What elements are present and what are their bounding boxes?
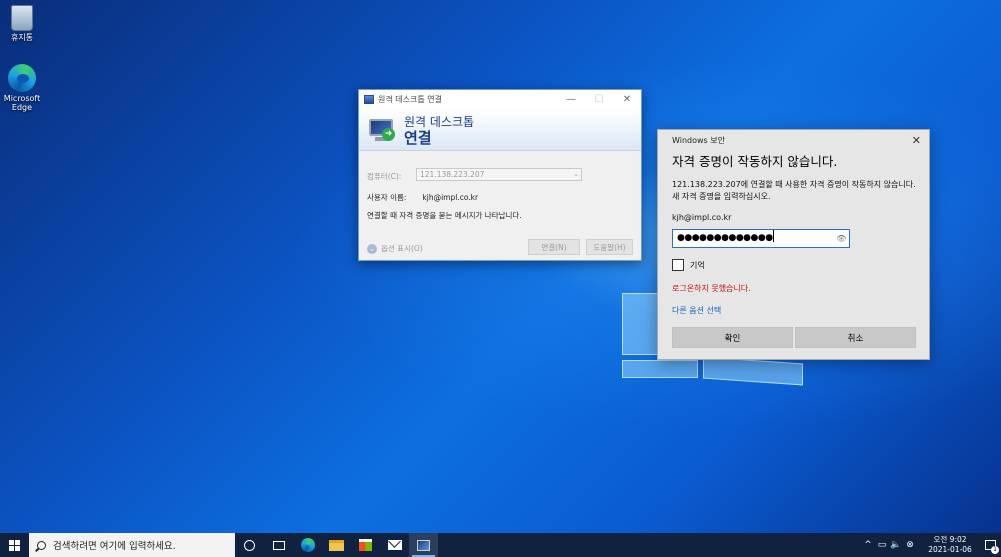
dialog-message: 121.138.223.207에 연결할 때 사용한 자격 증명이 작동하지 않…: [672, 180, 916, 201]
remember-checkbox[interactable]: 기억: [672, 259, 705, 271]
reveal-password-icon[interactable]: 👁: [836, 230, 846, 247]
ok-button[interactable]: 확인: [672, 327, 793, 348]
remote-desktop-icon: [417, 539, 430, 551]
cancel-button[interactable]: 취소: [795, 327, 916, 348]
desktop-icon-label: Microsoft Edge: [3, 94, 41, 112]
show-options-label: 옵션 표시(O): [381, 244, 423, 253]
windows-security-dialog: Windows 보안 ✕ 자격 증명이 작동하지 않습니다. 121.138.2…: [657, 129, 930, 360]
maximize-button: ☐: [594, 94, 604, 105]
rdp-window-title: 원격 데스크톱 연결: [378, 95, 442, 104]
show-options-toggle[interactable]: ⌄ 옵션 표시(O): [367, 243, 423, 254]
taskbar: 검색하려면 여기에 입력하세요. ^ ▭ 🔈 ⊗ 오전 9:02 2021-01…: [0, 533, 1001, 557]
computer-label: 컴퓨터(C):: [367, 172, 402, 181]
close-button[interactable]: ✕: [613, 90, 641, 109]
action-center-button[interactable]: 1: [979, 533, 1001, 557]
task-view-button[interactable]: [264, 533, 293, 557]
checkbox-box[interactable]: [672, 259, 684, 271]
tray-chevron-up-icon[interactable]: ^: [861, 540, 875, 550]
notification-count: 1: [991, 546, 999, 554]
wallpaper-logo-pane: [622, 360, 698, 378]
more-choices-link[interactable]: 다른 옵션 선택: [672, 305, 721, 316]
taskbar-mail-button[interactable]: [380, 533, 409, 557]
text-caret: [772, 230, 774, 242]
taskbar-search-box[interactable]: 검색하려면 여기에 입력하세요.: [29, 533, 235, 557]
close-icon[interactable]: ✕: [912, 134, 921, 147]
desktop-icon-recycle-bin[interactable]: 휴지통: [0, 5, 44, 42]
username-text: kjh@impl.co.kr: [672, 213, 732, 222]
banner-title: 원격 데스크톱: [404, 114, 475, 129]
search-icon: [37, 540, 46, 550]
user-label: 사용자 이름:: [367, 193, 407, 202]
edge-icon: [8, 64, 36, 92]
cortana-button[interactable]: [235, 533, 264, 557]
user-row: 사용자 이름: kjh@impl.co.kr: [367, 192, 478, 203]
network-icon[interactable]: ▭: [875, 540, 889, 550]
dialog-heading: 자격 증명이 작동하지 않습니다.: [672, 154, 838, 169]
desktop-icon-label: 휴지통: [10, 33, 34, 42]
info-text: 연결할 때 자격 증명을 묻는 메시지가 나타납니다.: [367, 211, 522, 220]
password-mask: ●●●●●●●●●●●●●: [677, 233, 773, 243]
rdp-titlebar[interactable]: 원격 데스크톱 연결 — ☐ ✕: [359, 90, 641, 109]
system-tray: ^ ▭ 🔈 ⊗ 오전 9:02 2021-01-06 1: [861, 533, 1001, 557]
search-placeholder: 검색하려면 여기에 입력하세요.: [53, 541, 176, 552]
clock-time: 오전 9:02: [933, 535, 967, 544]
store-icon: [359, 539, 372, 551]
volume-icon[interactable]: 🔈: [889, 540, 903, 550]
rdp-window: 원격 데스크톱 연결 — ☐ ✕ ➜ 원격 데스크톱 연결 컴퓨터(C): 12…: [358, 89, 642, 261]
taskbar-store-button[interactable]: [351, 533, 380, 557]
clock-date: 2021-01-06: [928, 545, 972, 554]
computer-combobox: 121.138.223.207 ⌄: [416, 168, 582, 181]
taskbar-explorer-button[interactable]: [322, 533, 351, 557]
computer-value: 121.138.223.207: [420, 170, 485, 179]
recycle-bin-icon: [11, 5, 33, 31]
chevron-down-circle-icon: ⌄: [367, 243, 377, 254]
edge-icon: [300, 538, 315, 552]
desktop-icon-edge[interactable]: Microsoft Edge: [0, 64, 44, 112]
ime-icon[interactable]: ⊗: [903, 540, 917, 550]
chevron-down-icon: ⌄: [573, 170, 579, 178]
remote-monitor-icon: ➜: [368, 116, 396, 144]
taskbar-rdp-button[interactable]: [409, 533, 438, 557]
task-view-icon: [272, 540, 285, 550]
connect-button[interactable]: 연결(N): [528, 239, 580, 255]
banner-subtitle: 연결: [404, 128, 432, 147]
wallpaper-logo-pane: [703, 356, 803, 386]
dialog-window-title: Windows 보안: [672, 136, 725, 145]
password-field[interactable]: ●●●●●●●●●●●●● 👁: [672, 229, 850, 248]
rdp-body: 컴퓨터(C): 121.138.223.207 ⌄ 사용자 이름: kjh@im…: [359, 151, 641, 261]
help-button[interactable]: 도움말(H): [586, 239, 633, 255]
user-value: kjh@impl.co.kr: [422, 193, 479, 202]
rdp-app-icon: [364, 95, 374, 104]
windows-logo-icon: [9, 539, 20, 551]
taskbar-clock[interactable]: 오전 9:02 2021-01-06: [921, 535, 979, 555]
remember-label: 기억: [690, 260, 705, 270]
cortana-icon: [244, 539, 255, 551]
folder-icon: [329, 539, 344, 551]
rdp-banner: ➜ 원격 데스크톱 연결: [359, 109, 641, 151]
start-button[interactable]: [0, 533, 29, 557]
error-message: 로그온하지 못했습니다.: [672, 284, 751, 293]
mail-icon: [387, 540, 402, 550]
taskbar-edge-button[interactable]: [293, 533, 322, 557]
minimize-button[interactable]: —: [557, 90, 585, 109]
